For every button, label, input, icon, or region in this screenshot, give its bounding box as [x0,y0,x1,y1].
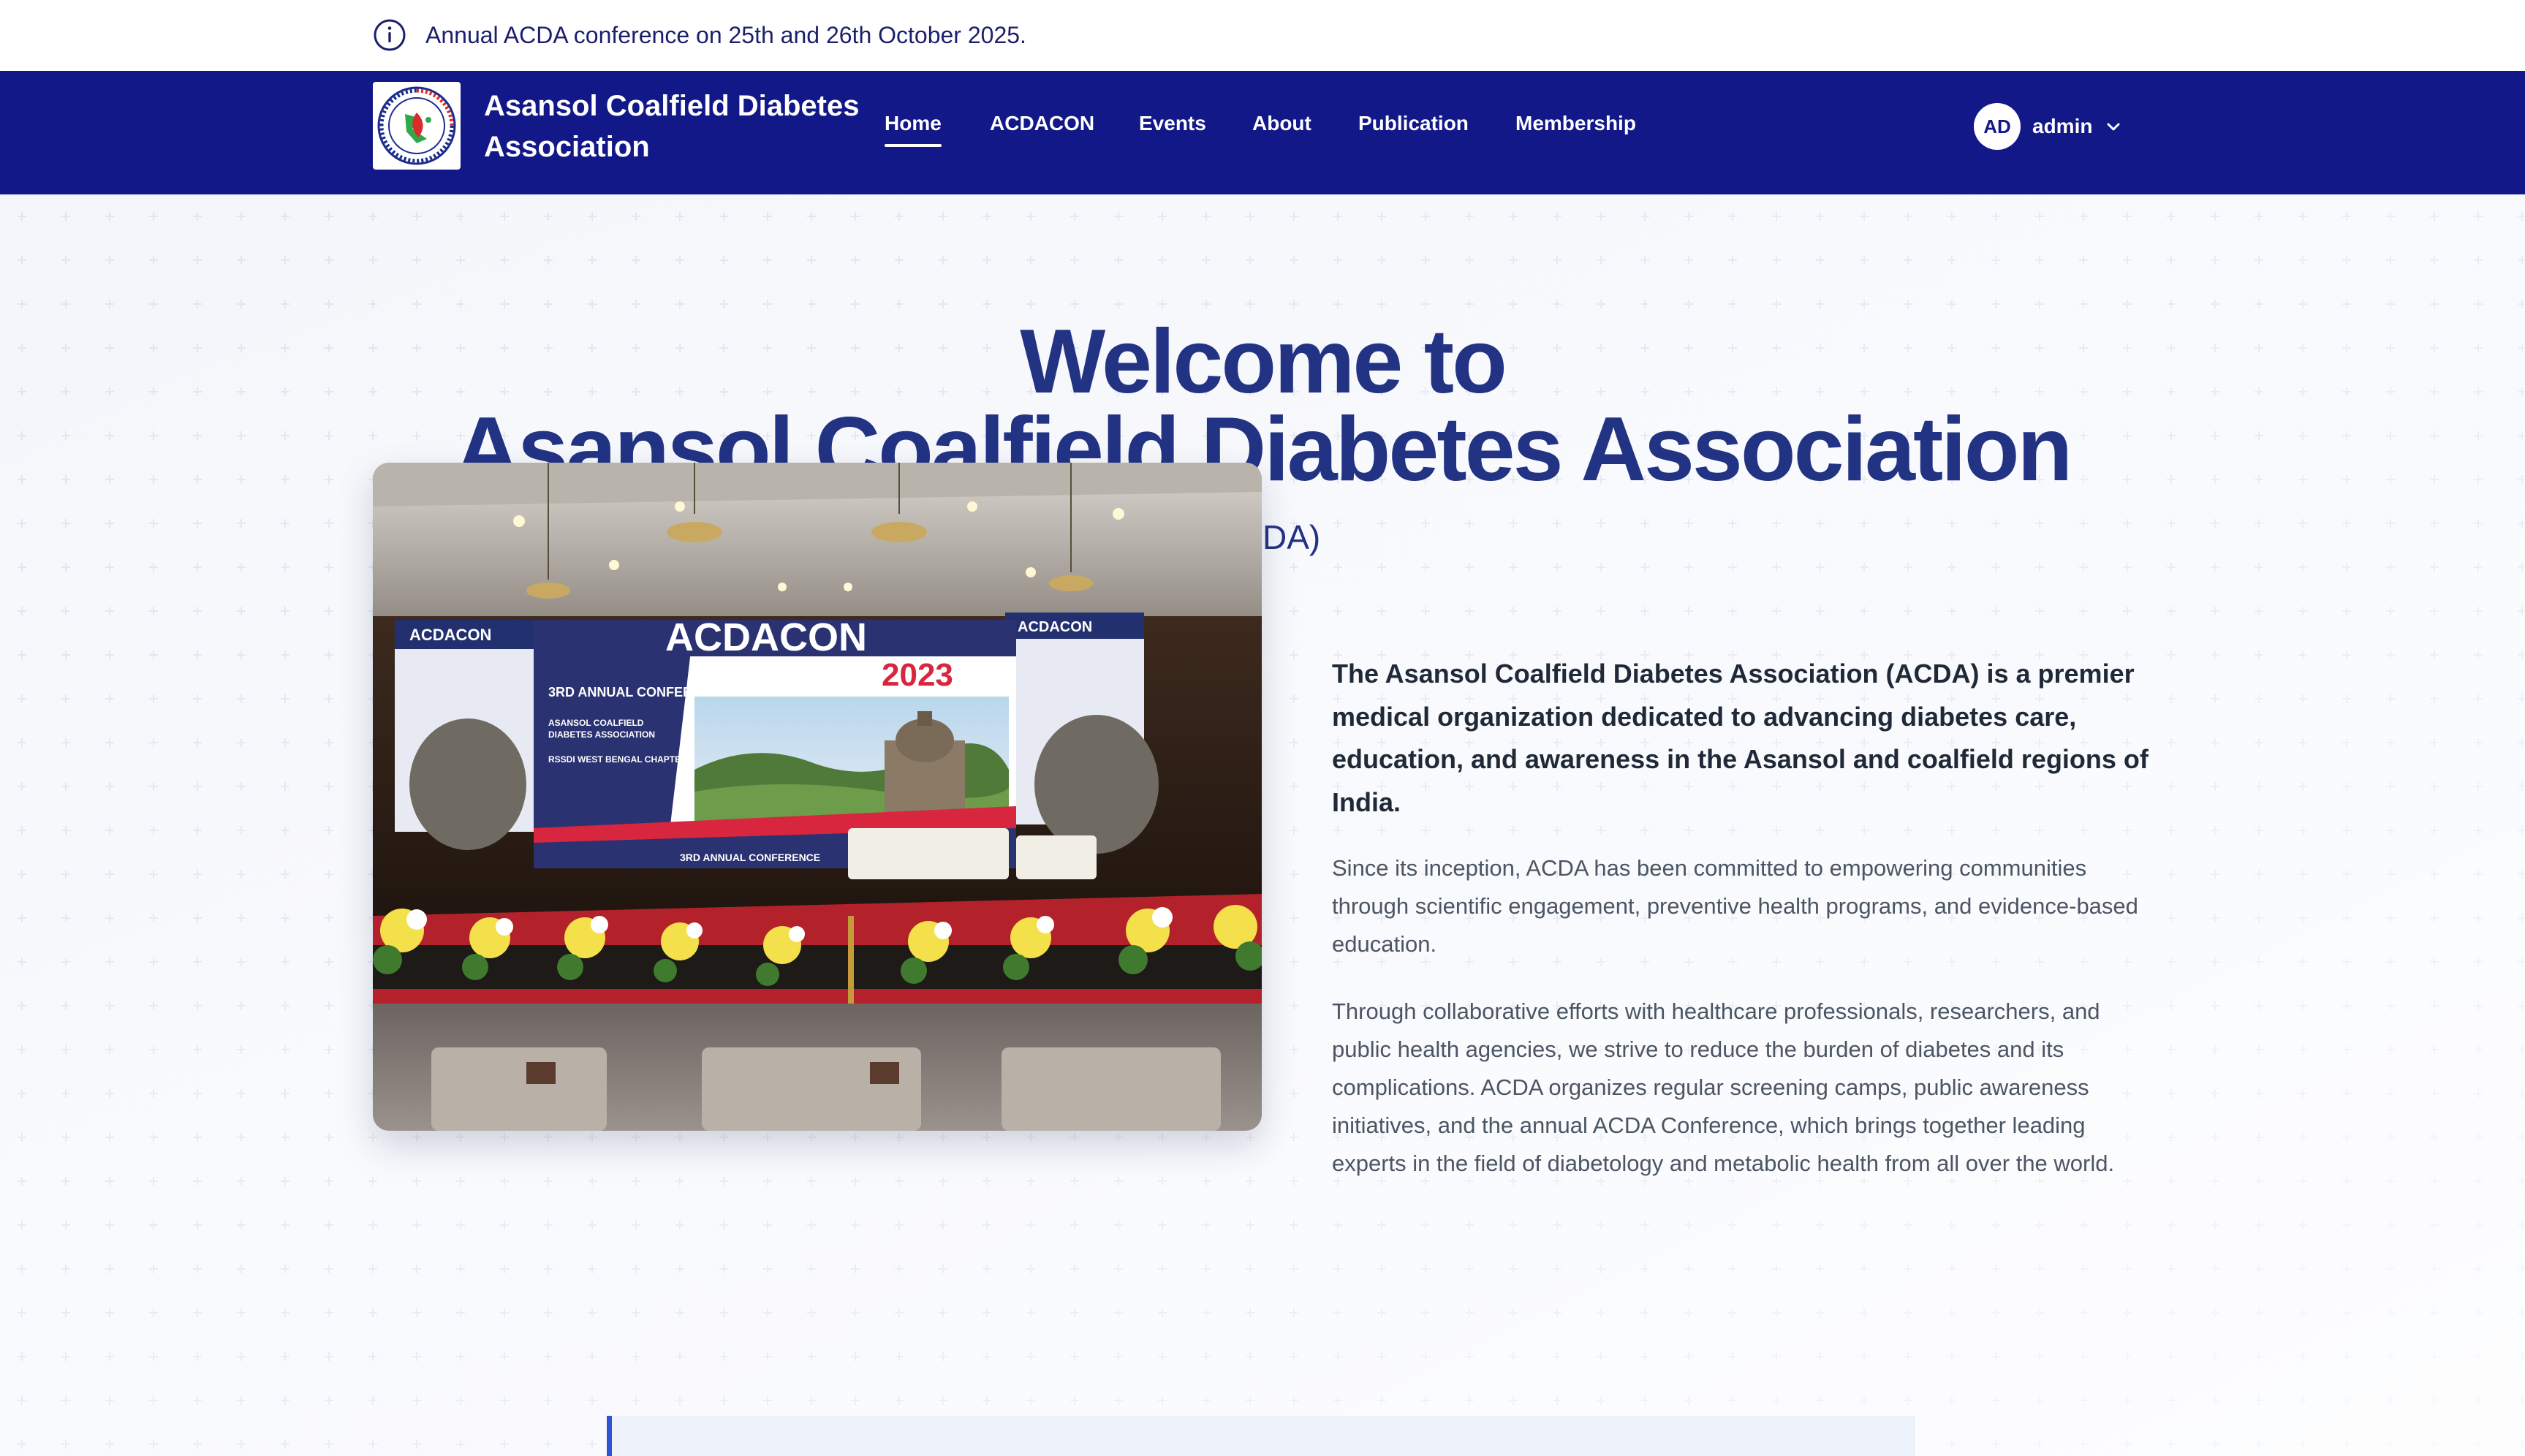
intro-paragraph-1: Since its inception, ACDA has been commi… [1332,855,2138,957]
user-menu[interactable]: AD admin [1974,102,2123,151]
hero-section: Welcome to Asansol Coalfield Diabetes As… [0,194,2525,1456]
brand-line1: Asansol Coalfield Diabetes [484,90,860,122]
svg-text:DIABETES ASSOCIATION: DIABETES ASSOCIATION [548,729,655,740]
hero-title-line1: Welcome to [1020,311,1507,412]
conference-stage-image: ACDACON ACDACON ACDACON 2023 3RD ANNUAL … [373,463,1262,1131]
brand-line2: Association [484,131,650,163]
svg-text:ACDACON: ACDACON [665,615,867,659]
nav-acdacon[interactable]: ACDACON [990,109,1094,138]
svg-text:ACDACON: ACDACON [409,626,491,644]
username: admin [2032,115,2093,137]
intro-lead: The Asansol Coalfield Diabetes Associati… [1332,659,2149,817]
acda-logo-icon [377,86,456,165]
nav-membership[interactable]: Membership [1515,109,1636,138]
nav-about[interactable]: About [1252,109,1311,138]
avatar: AD [1974,103,2021,150]
svg-text:2023: 2023 [882,657,953,693]
svg-text:ASANSOL COALFIELD: ASANSOL COALFIELD [548,718,644,728]
svg-text:RSSDI WEST BENGAL CHAPTER: RSSDI WEST BENGAL CHAPTER [548,754,687,765]
intro-paragraph-2: Through collaborative efforts with healt… [1332,998,2115,1176]
conference-photo: ACDACON ACDACON ACDACON 2023 3RD ANNUAL … [373,463,1262,1131]
logo[interactable] [373,82,461,170]
info-circle-icon [374,19,406,51]
svg-text:ACDACON: ACDACON [1018,619,1092,635]
announcement-text: Annual ACDA conference on 25th and 26th … [425,22,1026,48]
nav-publication[interactable]: Publication [1358,109,1469,138]
nav-events[interactable]: Events [1139,109,1206,138]
brand-name[interactable]: Asansol Coalfield Diabetes Association [484,86,864,167]
nav-home[interactable]: Home [885,109,942,147]
svg-text:3RD ANNUAL CONFERENCE: 3RD ANNUAL CONFERENCE [680,852,820,863]
chevron-down-icon [2107,123,2120,131]
highlight-card [607,1416,1915,1456]
top-navbar: Asansol Coalfield Diabetes Association H… [0,71,2525,194]
announcement-bar: Annual ACDA conference on 25th and 26th … [0,0,2525,71]
